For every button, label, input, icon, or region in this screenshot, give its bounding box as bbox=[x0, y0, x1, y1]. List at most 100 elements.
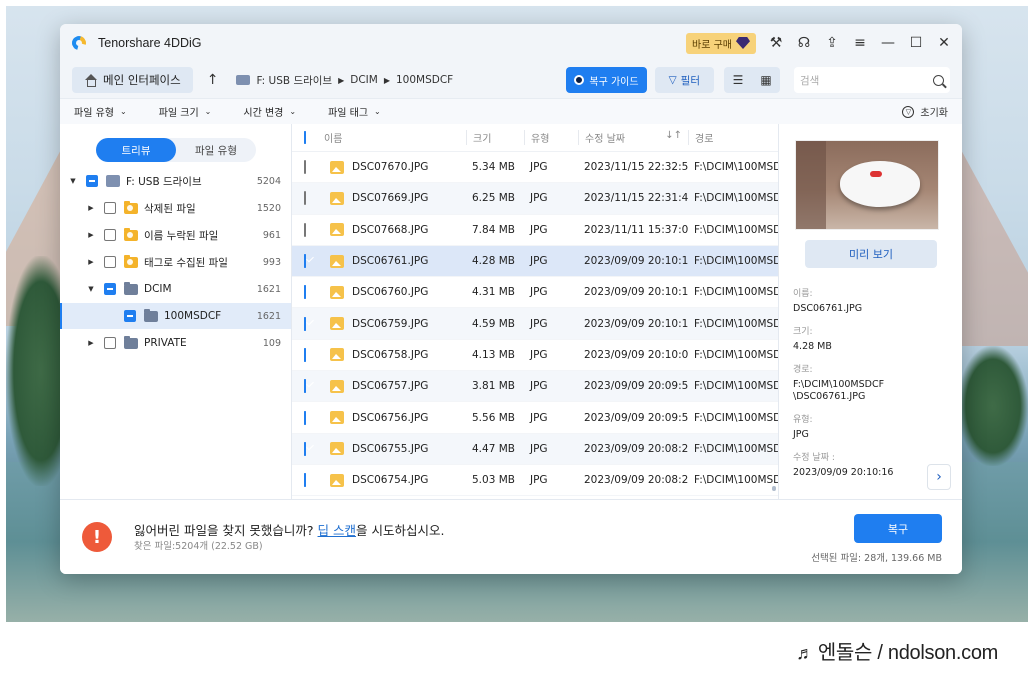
cell-date: 2023/09/09 20:10:12 bbox=[584, 317, 688, 330]
chevron-down-icon: ⌄ bbox=[289, 107, 297, 116]
deep-scan-link[interactable]: 딥 스캔 bbox=[318, 523, 356, 538]
breadcrumb-separator-icon: ▶ bbox=[383, 75, 390, 85]
table-row[interactable]: DSC06757.JPG 3.81 MB JPG 2023/09/09 20:09:5… bbox=[292, 371, 778, 403]
tree-item-deleted[interactable]: ▶ 삭제된 파일 1520 bbox=[60, 195, 291, 221]
checkbox[interactable] bbox=[104, 229, 116, 241]
breadcrumb-100msdcf[interactable]: 100MSDCF bbox=[396, 74, 453, 86]
info-path: 경로: F:\DCIM\100MSDCF \DSC06761.JPG bbox=[793, 364, 884, 403]
tools-icon[interactable]: ⚒ bbox=[768, 35, 784, 51]
checkbox[interactable] bbox=[104, 256, 116, 268]
row-checkbox[interactable] bbox=[304, 160, 306, 175]
grid-view-icon[interactable]: ▦ bbox=[752, 67, 780, 93]
row-checkbox[interactable] bbox=[304, 347, 306, 362]
row-checkbox[interactable] bbox=[304, 191, 306, 206]
search-icon[interactable] bbox=[933, 74, 944, 86]
recovery-guide-button[interactable]: 복구 가이드 bbox=[566, 67, 647, 93]
table-row[interactable]: DSC06761.JPG 4.28 MB JPG 2023/09/09 20:10:1… bbox=[292, 245, 778, 278]
cell-size: 5.03 MB bbox=[472, 474, 515, 487]
tree-item-dcim[interactable]: ▼ DCIM 1621 bbox=[60, 276, 291, 302]
table-row[interactable]: DSC07670.JPG 5.34 MB JPG 2023/11/15 22:32:5… bbox=[292, 152, 778, 184]
home-button[interactable]: 메인 인터페이스 bbox=[72, 67, 193, 93]
table-row[interactable]: DSC06759.JPG 4.59 MB JPG 2023/09/09 20:10:1… bbox=[292, 308, 778, 340]
maximize-icon[interactable]: ☐ bbox=[908, 35, 924, 51]
filter-button[interactable]: ▽ 필터 bbox=[654, 67, 714, 93]
table-row[interactable]: DSC06758.JPG 4.13 MB JPG 2023/09/09 20:10:0… bbox=[292, 340, 778, 372]
tree-item-label: 이름 누락된 파일 bbox=[144, 229, 219, 242]
expand-arrow-icon[interactable]: ▼ bbox=[68, 177, 78, 185]
header-name[interactable]: 이름 bbox=[324, 130, 466, 145]
sort-icon[interactable]: ↓↑ bbox=[665, 130, 682, 141]
filter-file-size[interactable]: 파일 크기 ⌄ bbox=[159, 104, 212, 119]
row-checkbox[interactable] bbox=[304, 473, 306, 488]
table-row[interactable]: DSC07669.JPG 6.25 MB JPG 2023/11/15 22:31:4… bbox=[292, 183, 778, 215]
table-row[interactable]: DSC07668.JPG 7.84 MB JPG 2023/11/11 15:37:0… bbox=[292, 215, 778, 246]
menu-icon[interactable]: ≡ bbox=[852, 35, 868, 51]
row-checkbox[interactable] bbox=[304, 254, 306, 269]
info-name: 이름: DSC06761.JPG bbox=[793, 288, 862, 315]
tree-item-tagged[interactable]: ▶ 태그로 수집된 파일 993 bbox=[60, 249, 291, 275]
table-row[interactable]: DSC06754.JPG 5.03 MB JPG 2023/09/09 20:08:2… bbox=[292, 465, 778, 497]
cell-date: 2023/09/09 20:10:00 bbox=[584, 348, 688, 361]
table-row[interactable]: DSC06756.JPG 5.56 MB JPG 2023/09/09 20:09:5… bbox=[292, 402, 778, 434]
expand-arrow-icon[interactable]: ▶ bbox=[86, 258, 96, 266]
checkbox[interactable] bbox=[104, 337, 116, 349]
expand-arrow-icon[interactable]: ▶ bbox=[86, 231, 96, 239]
breadcrumb-dcim[interactable]: DCIM bbox=[350, 74, 378, 86]
expand-arrow-icon[interactable]: ▶ bbox=[86, 339, 96, 347]
tree-item-private[interactable]: ▶ PRIVATE 109 bbox=[60, 330, 291, 356]
header-type[interactable]: 유형 bbox=[524, 130, 578, 145]
recover-button[interactable]: 복구 bbox=[854, 514, 942, 543]
checkbox[interactable] bbox=[86, 175, 98, 187]
expand-arrow-icon[interactable]: ▶ bbox=[86, 204, 96, 212]
select-all-checkbox[interactable] bbox=[304, 131, 306, 144]
row-checkbox[interactable] bbox=[304, 222, 306, 237]
checkbox[interactable] bbox=[124, 310, 136, 322]
list-view-icon[interactable]: ☰ bbox=[724, 67, 752, 93]
scrollbar[interactable] bbox=[772, 486, 776, 491]
tab-tree-view[interactable]: 트리뷰 bbox=[96, 138, 176, 162]
minimize-icon[interactable]: — bbox=[880, 35, 896, 51]
header-date[interactable]: 수정 날짜 ↓↑ bbox=[578, 130, 688, 145]
cell-name: DSC06761.JPG bbox=[324, 254, 466, 268]
checkbox[interactable] bbox=[104, 283, 116, 295]
table-row[interactable]: DSC06760.JPG 4.31 MB JPG 2023/09/09 20:10:1… bbox=[292, 277, 778, 309]
row-checkbox[interactable] bbox=[304, 410, 306, 425]
folder-icon bbox=[124, 281, 138, 295]
reset-button[interactable]: ▽ 초기화 bbox=[902, 104, 948, 119]
close-icon[interactable]: ✕ bbox=[936, 35, 952, 51]
cell-name: DSC06756.JPG bbox=[324, 411, 466, 425]
file-name: DSC07668.JPG bbox=[352, 223, 429, 236]
next-arrow-icon[interactable]: › bbox=[927, 464, 951, 490]
expand-arrow-icon[interactable]: ▼ bbox=[86, 285, 96, 293]
filter-file-tag[interactable]: 파일 태그 ⌄ bbox=[328, 104, 381, 119]
cell-size: 3.81 MB bbox=[472, 380, 515, 393]
row-checkbox[interactable] bbox=[304, 379, 306, 394]
tree-item-count: 993 bbox=[262, 256, 281, 268]
tree-item-usb-drive[interactable]: ▼ F: USB 드라이브 5204 bbox=[60, 168, 291, 194]
filter-time-changed[interactable]: 시간 변경 ⌄ bbox=[243, 104, 296, 119]
image-file-icon bbox=[330, 317, 344, 331]
search-input[interactable]: 검색 bbox=[794, 67, 950, 93]
filter-file-type[interactable]: 파일 유형 ⌄ bbox=[74, 104, 127, 119]
folder-tree: 트리뷰 파일 유형 ▼ F: USB 드라이브 5204 ▶ 삭제된 파일 15… bbox=[60, 124, 292, 499]
headset-icon[interactable]: ☊ bbox=[796, 35, 812, 51]
breadcrumb-drive[interactable]: F: USB 드라이브 bbox=[256, 73, 332, 88]
header-size[interactable]: 크기 bbox=[466, 130, 524, 145]
header-path[interactable]: 경로 bbox=[688, 130, 778, 145]
tree-item-unnamed[interactable]: ▶ 이름 누락된 파일 961 bbox=[60, 222, 291, 248]
checkbox[interactable] bbox=[104, 202, 116, 214]
alert-icon: ! bbox=[82, 522, 112, 552]
tab-file-type[interactable]: 파일 유형 bbox=[176, 138, 256, 162]
row-checkbox[interactable] bbox=[304, 285, 306, 300]
row-checkbox[interactable] bbox=[304, 441, 306, 456]
table-row[interactable]: DSC06755.JPG 4.47 MB JPG 2023/09/09 20:08:2… bbox=[292, 433, 778, 465]
tree-item-100msdcf[interactable]: 100MSDCF 1621 bbox=[60, 303, 291, 329]
share-icon[interactable]: ⇪ bbox=[824, 35, 840, 51]
up-arrow-icon[interactable]: ↑ bbox=[207, 72, 219, 88]
row-checkbox[interactable] bbox=[304, 316, 306, 331]
file-name: DSC07669.JPG bbox=[352, 192, 429, 205]
cell-size: 4.13 MB bbox=[472, 348, 515, 361]
app-title: Tenorshare 4DDiG bbox=[98, 36, 202, 50]
preview-button[interactable]: 미리 보기 bbox=[805, 240, 937, 268]
buy-button[interactable]: 바로 구매 bbox=[686, 32, 756, 54]
